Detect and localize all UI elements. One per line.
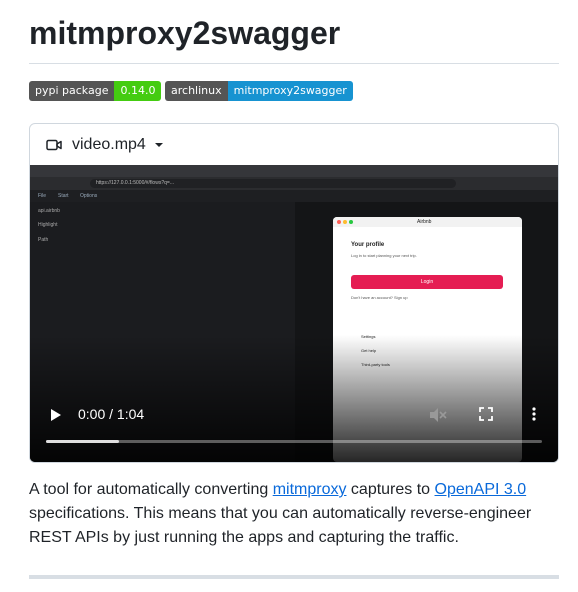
pypi-badge-label: pypi package	[29, 81, 115, 101]
archlinux-badge[interactable]: archlinux mitmproxy2swagger	[165, 81, 353, 101]
inner-tab-file: File	[38, 193, 47, 199]
archlinux-badge-label: archlinux	[165, 81, 228, 101]
video-progress-bar[interactable]	[46, 440, 542, 443]
video-filename: video.mp4	[72, 135, 146, 153]
minimize-dot-icon	[343, 220, 347, 224]
mute-icon[interactable]	[429, 407, 447, 423]
inner-profile-heading: Your profile	[351, 242, 385, 248]
openapi-link[interactable]: OpenAPI 3.0	[435, 481, 527, 498]
inner-highlight-row: Highlight	[38, 222, 58, 228]
inner-signup-text: Don't have an account? Sign up	[351, 295, 408, 300]
more-options-icon[interactable]	[532, 407, 536, 421]
pypi-badge[interactable]: pypi package 0.14.0	[29, 81, 162, 101]
inner-profile-sub: Log in to start planning your next trip.	[351, 253, 417, 258]
pypi-badge-value: 0.14.0	[114, 81, 162, 101]
title-divider	[29, 63, 559, 64]
inner-tab-start: Start	[58, 193, 69, 199]
mitmproxy-link[interactable]: mitmproxy	[273, 481, 347, 498]
project-description: A tool for automatically converting mitm…	[29, 478, 559, 550]
description-text-3: specifications. This means that you can …	[29, 505, 532, 546]
page-title: mitmproxy2swagger	[29, 15, 341, 51]
video-progress-buffered	[46, 440, 119, 443]
video-player[interactable]: https://127.0.0.1:5000/#/flows?q=... Fil…	[30, 165, 558, 462]
maximize-dot-icon	[349, 220, 353, 224]
description-text-1: A tool for automatically converting	[29, 481, 273, 498]
inner-login-button: Login	[351, 275, 503, 289]
video-icon	[46, 139, 62, 150]
video-file-header[interactable]: video.mp4	[30, 124, 558, 165]
video-time: 0:00 / 1:04	[78, 406, 145, 422]
inner-browser-tabbar	[30, 165, 558, 177]
chevron-down-icon[interactable]	[154, 142, 164, 148]
inner-airbnb-titlebar: Airbnb	[333, 217, 522, 227]
section-divider	[29, 575, 559, 579]
video-embed: video.mp4 https://127.0.0.1:5000/#/flows…	[29, 123, 559, 463]
play-icon[interactable]	[50, 408, 62, 422]
inner-airbnb-title: Airbnb	[417, 219, 432, 225]
inner-tab-options: Options	[80, 193, 98, 199]
inner-url-bar: https://127.0.0.1:5000/#/flows?q=...	[90, 179, 456, 188]
inner-filter-row: api.airbnb	[38, 208, 60, 214]
close-dot-icon	[337, 220, 341, 224]
fullscreen-icon[interactable]	[479, 407, 493, 421]
archlinux-badge-value: mitmproxy2swagger	[227, 81, 353, 101]
inner-path-header: Path	[38, 237, 49, 243]
description-text-2: captures to	[346, 481, 435, 498]
